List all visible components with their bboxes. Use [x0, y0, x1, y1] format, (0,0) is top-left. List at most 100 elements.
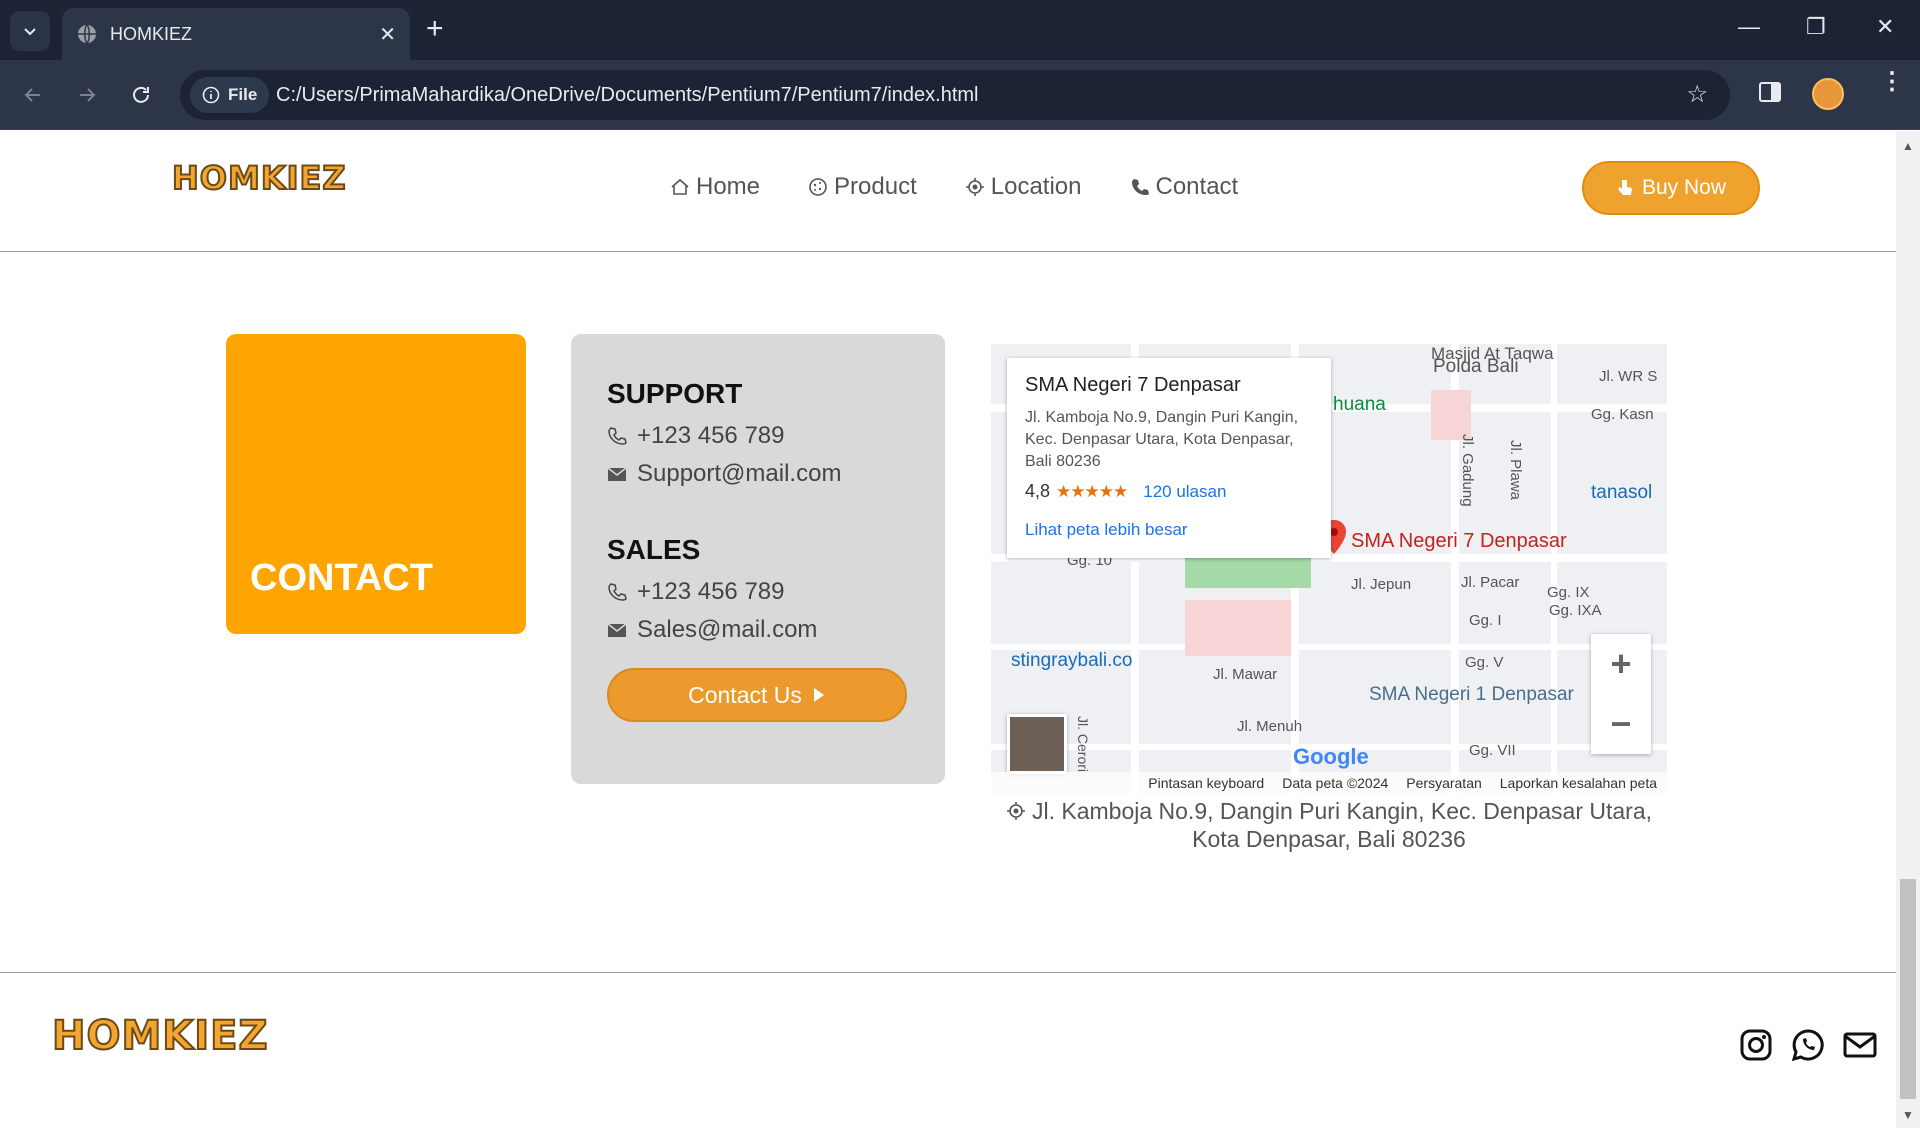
- arrow-left-icon: [24, 88, 40, 102]
- reload-button[interactable]: [126, 80, 156, 110]
- map-label-kasn: Gg. Kasn: [1591, 406, 1654, 423]
- scroll-up-icon[interactable]: ▲: [1902, 139, 1914, 153]
- map-label-gg5: Gg. V: [1465, 654, 1504, 671]
- map-label-tanasol: tanasol: [1591, 482, 1653, 503]
- map-footer-report[interactable]: Laporkan kesalahan peta: [1500, 775, 1657, 791]
- map-label-sma1: SMA Negeri 1 Denpasar: [1369, 684, 1574, 705]
- zoom-in-button[interactable]: +: [1591, 634, 1651, 694]
- site-logo[interactable]: HOMKIEZ: [171, 158, 347, 198]
- map-label-cerori: Jl. Cerori: [1075, 716, 1091, 773]
- map-footer-shortcuts[interactable]: Pintasan keyboard: [1148, 775, 1264, 791]
- restore-button[interactable]: ❐: [1806, 14, 1826, 40]
- cookie-icon: [809, 178, 827, 196]
- forward-button[interactable]: [72, 80, 102, 110]
- nav-contact[interactable]: Contact: [1130, 173, 1239, 201]
- play-arrow-icon: [813, 688, 824, 702]
- google-logo: Google: [1293, 744, 1369, 770]
- sales-heading: SALES: [607, 534, 701, 565]
- support-phone: +123 456 789: [637, 422, 785, 449]
- footer-logo[interactable]: HOMKIEZ: [51, 1012, 268, 1060]
- tab-title: HOMKIEZ: [110, 23, 193, 44]
- map-label-jepun: Jl. Jepun: [1351, 576, 1412, 593]
- rating-stars-icon: ★★★★★: [1056, 481, 1128, 501]
- view-larger-map-link[interactable]: Lihat peta lebih besar: [1025, 520, 1313, 540]
- tab-search-button[interactable]: [10, 11, 50, 51]
- nav-menu: Home Product Location Contact: [670, 173, 1238, 201]
- scroll-down-icon[interactable]: ▼: [1902, 1108, 1914, 1122]
- sales-email-row: Sales@mail.com: [607, 616, 909, 644]
- map-place-popup: SMA Negeri 7 Denpasar Jl. Kamboja No.9, …: [1007, 358, 1331, 558]
- google-logo-text: Google: [1293, 744, 1369, 769]
- buy-now-button[interactable]: Buy Now: [1582, 161, 1760, 215]
- back-button[interactable]: [18, 80, 48, 110]
- buy-now-label: Buy Now: [1641, 176, 1727, 199]
- popup-reviews-link[interactable]: 120 ulasan: [1143, 482, 1226, 502]
- contact-heading: CONTACT: [250, 557, 433, 599]
- address-bar[interactable]: File C:/Users/PrimaMahardika/OneDrive/Do…: [180, 70, 1730, 120]
- nav-product[interactable]: Product: [808, 173, 917, 201]
- popup-rating: 4,8: [1025, 481, 1051, 501]
- contact-info-card: SUPPORT +123 456 789 Support@mail.com SA…: [571, 334, 945, 784]
- map-footer-data: Data peta ©2024: [1282, 775, 1389, 791]
- reload-icon: [133, 86, 149, 103]
- site-info-chip[interactable]: File: [190, 77, 270, 113]
- mail-icon[interactable]: [1842, 1027, 1878, 1063]
- instagram-icon[interactable]: [1738, 1027, 1774, 1063]
- nav-location-label: Location: [990, 173, 1082, 200]
- chevron-down-icon: [24, 28, 36, 36]
- contact-us-label: Contact Us: [688, 681, 802, 708]
- page-scrollbar[interactable]: ▲ ▼: [1896, 131, 1920, 1128]
- phone-icon: [1131, 179, 1149, 195]
- url-text[interactable]: C:/Users/PrimaMahardika/OneDrive/Documen…: [276, 84, 979, 107]
- info-icon: [202, 86, 220, 104]
- profile-avatar[interactable]: [1812, 78, 1844, 110]
- address-value: Jl. Kamboja No.9, Dangin Puri Kangin, Ke…: [1031, 798, 1653, 852]
- map-footer: Pintasan keyboard Data peta ©2024 Persya…: [991, 772, 1667, 794]
- address-text: Jl. Kamboja No.9, Dangin Puri Kangin, Ke…: [991, 797, 1667, 853]
- support-email-row: Support@mail.com: [607, 460, 909, 488]
- satellite-toggle[interactable]: [1007, 714, 1067, 774]
- map-label-gg9a: Gg. IXA: [1549, 602, 1602, 619]
- map-pin-label: SMA Negeri 7 Denpasar: [1351, 530, 1567, 552]
- map-label-pacar: Jl. Pacar: [1461, 574, 1520, 591]
- google-map-embed[interactable]: Masjid At Taqwa Polda Bali Jl. WR S Gg. …: [991, 344, 1667, 794]
- side-panel-icon[interactable]: [1758, 80, 1782, 104]
- close-tab-icon[interactable]: ✕: [379, 22, 396, 47]
- browser-tab-strip: HOMKIEZ ✕ + — ❐ ✕: [0, 0, 1920, 60]
- close-window-button[interactable]: ✕: [1876, 14, 1894, 40]
- whatsapp-icon[interactable]: [1790, 1027, 1826, 1063]
- envelope-icon: [607, 467, 627, 481]
- map-label-gadung: Jl. Gadung: [1459, 434, 1476, 507]
- bookmark-star-icon[interactable]: ☆: [1686, 80, 1708, 109]
- nav-home[interactable]: Home: [670, 173, 760, 201]
- zoom-out-button[interactable]: −: [1591, 694, 1651, 754]
- map-footer-terms[interactable]: Persyaratan: [1406, 775, 1481, 791]
- popup-address: Jl. Kamboja No.9, Dangin Puri Kangin, Ke…: [1025, 409, 1299, 470]
- globe-icon: [78, 24, 96, 44]
- map-label-gg7: Gg. VII: [1469, 742, 1516, 759]
- web-page: HOMKIEZ Home Product Location Contact Bu…: [0, 131, 1896, 1128]
- browser-toolbar: File C:/Users/PrimaMahardika/OneDrive/Do…: [0, 60, 1920, 130]
- scroll-thumb[interactable]: [1900, 879, 1916, 1099]
- new-tab-button[interactable]: +: [426, 14, 444, 44]
- location-icon: [965, 178, 984, 196]
- support-email: Support@mail.com: [637, 460, 842, 487]
- home-icon: [671, 178, 689, 195]
- site-navbar: HOMKIEZ Home Product Location Contact Bu…: [0, 131, 1896, 252]
- contact-us-button[interactable]: Contact Us: [607, 668, 907, 722]
- popup-title: SMA Negeri 7 Denpasar: [1025, 374, 1241, 396]
- phone-icon: [608, 583, 627, 601]
- arrow-right-icon: [80, 88, 96, 102]
- browser-tab[interactable]: HOMKIEZ ✕: [62, 8, 410, 60]
- nav-product-label: Product: [834, 173, 917, 200]
- nav-contact-label: Contact: [1155, 173, 1239, 200]
- more-menu-icon[interactable]: ⋮: [1880, 70, 1904, 94]
- popup-rating-row: 4,8 ★★★★★ 120 ulasan: [1025, 481, 1313, 502]
- map-label-mawar: Jl. Mawar: [1213, 666, 1278, 683]
- nav-location[interactable]: Location: [965, 173, 1082, 201]
- map-label-gg9: Gg. IX: [1547, 584, 1590, 601]
- file-label: File: [228, 85, 258, 104]
- minimize-button[interactable]: —: [1738, 14, 1760, 40]
- footer-divider: [0, 972, 1896, 973]
- map-label-menuh: Jl. Menuh: [1237, 718, 1303, 735]
